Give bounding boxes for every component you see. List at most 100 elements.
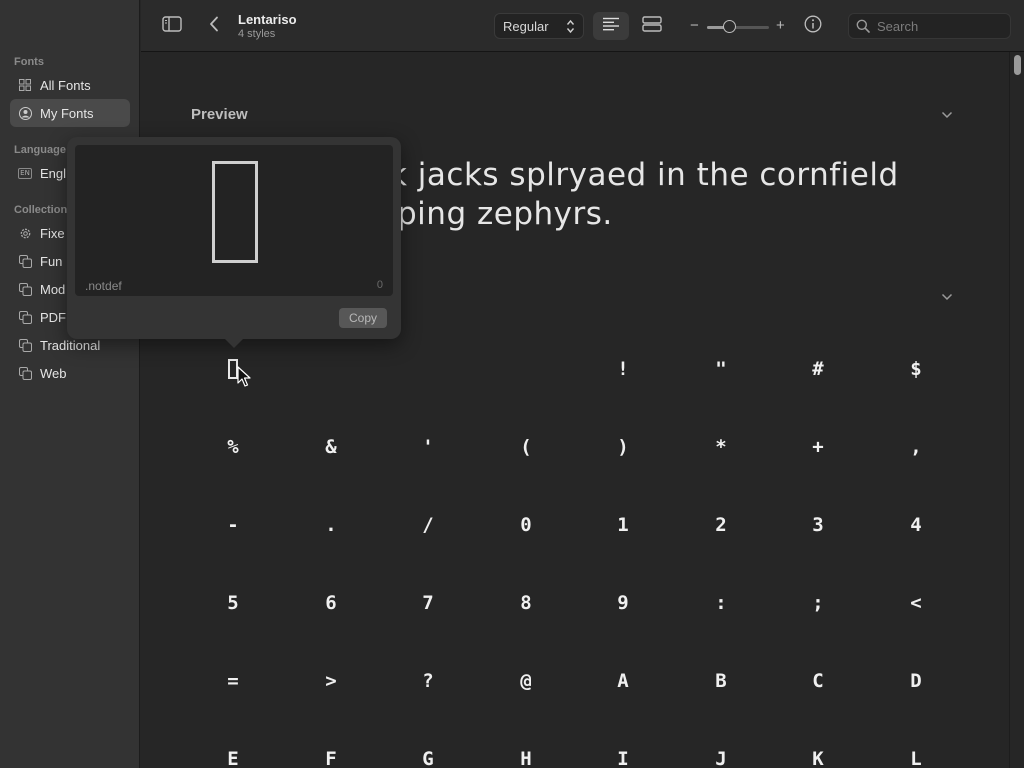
sidebar: Fonts All Fonts My Fonts Language EN Eng… (0, 0, 140, 768)
glyph-cell[interactable]: : (691, 592, 751, 614)
glyph-cell[interactable]: , (886, 436, 946, 458)
glyph-cell[interactable]: " (691, 358, 751, 380)
glyph-cell[interactable]: 0 (496, 514, 556, 536)
glyph-cell[interactable]: 8 (496, 592, 556, 614)
notdef-glyph-large (212, 161, 258, 263)
glyph-cell[interactable]: I (593, 748, 653, 768)
glyph-cell[interactable]: 7 (398, 592, 458, 614)
glyph-cell[interactable]: 2 (691, 514, 751, 536)
glyph-cell[interactable]: B (691, 670, 751, 692)
font-title: Lentariso (238, 12, 297, 27)
info-icon (804, 15, 822, 38)
glyph-cell[interactable]: ! (593, 358, 653, 380)
glyph-cell[interactable]: 4 (886, 514, 946, 536)
text-align-left-icon (602, 17, 620, 36)
chevron-up-down-icon (566, 19, 575, 37)
copy-icon (18, 338, 32, 352)
glyph-cell[interactable]: 6 (301, 592, 361, 614)
glyph-code: 0 (376, 279, 383, 291)
sidebar-item-all-fonts[interactable]: All Fonts (10, 71, 130, 99)
glyph-cell[interactable]: 5 (203, 592, 263, 614)
glyph-cell[interactable]: < (886, 592, 946, 614)
glyph-cell[interactable]: G (398, 748, 458, 768)
glyph-cell[interactable]: & (301, 436, 361, 458)
glyph-cell[interactable]: > (301, 670, 361, 692)
sidebar-item-web[interactable]: Web (10, 359, 130, 387)
zoom-in-icon[interactable]: + (776, 16, 785, 36)
glyph-cell[interactable]: L (886, 748, 946, 768)
fonts-heading: Fonts (14, 56, 44, 68)
glyph-cell[interactable]: + (788, 436, 848, 458)
grid-icon (18, 78, 32, 92)
toolbar: Lentariso 4 styles Regular − + (141, 0, 1024, 52)
language-badge-icon: EN (18, 167, 32, 179)
glyph-cell[interactable]: - (203, 514, 263, 536)
copy-icon (18, 310, 32, 324)
glyph-cell[interactable]: C (788, 670, 848, 692)
glyph-cell[interactable]: % (203, 436, 263, 458)
zoom-out-icon[interactable]: − (690, 16, 699, 36)
style-select-value: Regular (503, 18, 549, 34)
sidebar-icon (162, 15, 182, 37)
collections-heading: Collection (14, 204, 68, 216)
glyph-cell[interactable]: K (788, 748, 848, 768)
zoom-slider[interactable] (707, 26, 769, 29)
copy-button[interactable]: Copy (339, 308, 387, 328)
rows-view-button[interactable] (634, 12, 670, 40)
sidebar-item-label: Fixe (40, 225, 65, 241)
glyph-name: .notdef (85, 279, 122, 293)
glyph-popover: .notdef 0 Copy (67, 137, 401, 339)
glyph-cell[interactable]: = (203, 670, 263, 692)
glyph-cell[interactable]: ? (398, 670, 458, 692)
zoom-slider-knob[interactable] (722, 20, 736, 33)
font-style-count: 4 styles (238, 28, 276, 40)
mouse-cursor-icon (237, 366, 251, 393)
sidebar-item-label: Fun (40, 253, 63, 269)
chevron-down-icon[interactable] (941, 288, 953, 306)
search-box[interactable] (848, 13, 1011, 39)
language-heading: Language (14, 144, 66, 156)
glyph-cell[interactable]: E (203, 748, 263, 768)
align-left-view-button[interactable] (593, 12, 629, 40)
glyph-cell[interactable]: H (496, 748, 556, 768)
scroll-thumb[interactable] (1014, 55, 1021, 75)
chevron-down-icon[interactable] (941, 106, 953, 124)
copy-icon (18, 282, 32, 296)
sidebar-item-label: My Fonts (40, 105, 94, 121)
glyph-cell[interactable]: ' (398, 436, 458, 458)
copy-icon (18, 254, 32, 268)
chevron-left-icon (209, 16, 219, 37)
preview-section-title: Preview (191, 106, 248, 123)
sidebar-item-label: Engl (40, 165, 67, 181)
glyph-cell[interactable]: ) (593, 436, 653, 458)
search-icon (856, 19, 870, 38)
back-button[interactable] (205, 15, 223, 37)
glyph-cell[interactable]: / (398, 514, 458, 536)
glyph-cell[interactable]: $ (886, 358, 946, 380)
scrollbar[interactable] (1009, 52, 1024, 768)
sidebar-item-label: All Fonts (40, 77, 91, 93)
glyph-cell[interactable]: * (691, 436, 751, 458)
glyph-cell[interactable]: 1 (593, 514, 653, 536)
style-select[interactable]: Regular (494, 13, 584, 39)
glyph-cell[interactable]: A (593, 670, 653, 692)
popover-arrow (224, 338, 244, 348)
glyph-cell[interactable]: D (886, 670, 946, 692)
rows-icon (642, 15, 662, 37)
sidebar-toggle-button[interactable] (161, 15, 183, 37)
glyph-cell[interactable]: F (301, 748, 361, 768)
glyph-cell[interactable]: # (788, 358, 848, 380)
info-button[interactable] (803, 15, 823, 38)
sidebar-item-my-fonts[interactable]: My Fonts (10, 99, 130, 127)
glyph-cell[interactable]: 9 (593, 592, 653, 614)
glyph-cell[interactable]: @ (496, 670, 556, 692)
gear-icon (18, 226, 32, 240)
glyph-cell[interactable]: . (301, 514, 361, 536)
search-input[interactable] (875, 17, 1009, 35)
glyph-cell[interactable]: 3 (788, 514, 848, 536)
glyph-cell[interactable]: ( (496, 436, 556, 458)
glyph-cell[interactable]: J (691, 748, 751, 768)
sidebar-item-label: PDF (40, 309, 66, 325)
glyph-cell[interactable]: ; (788, 592, 848, 614)
sidebar-item-label: Web (40, 365, 67, 381)
